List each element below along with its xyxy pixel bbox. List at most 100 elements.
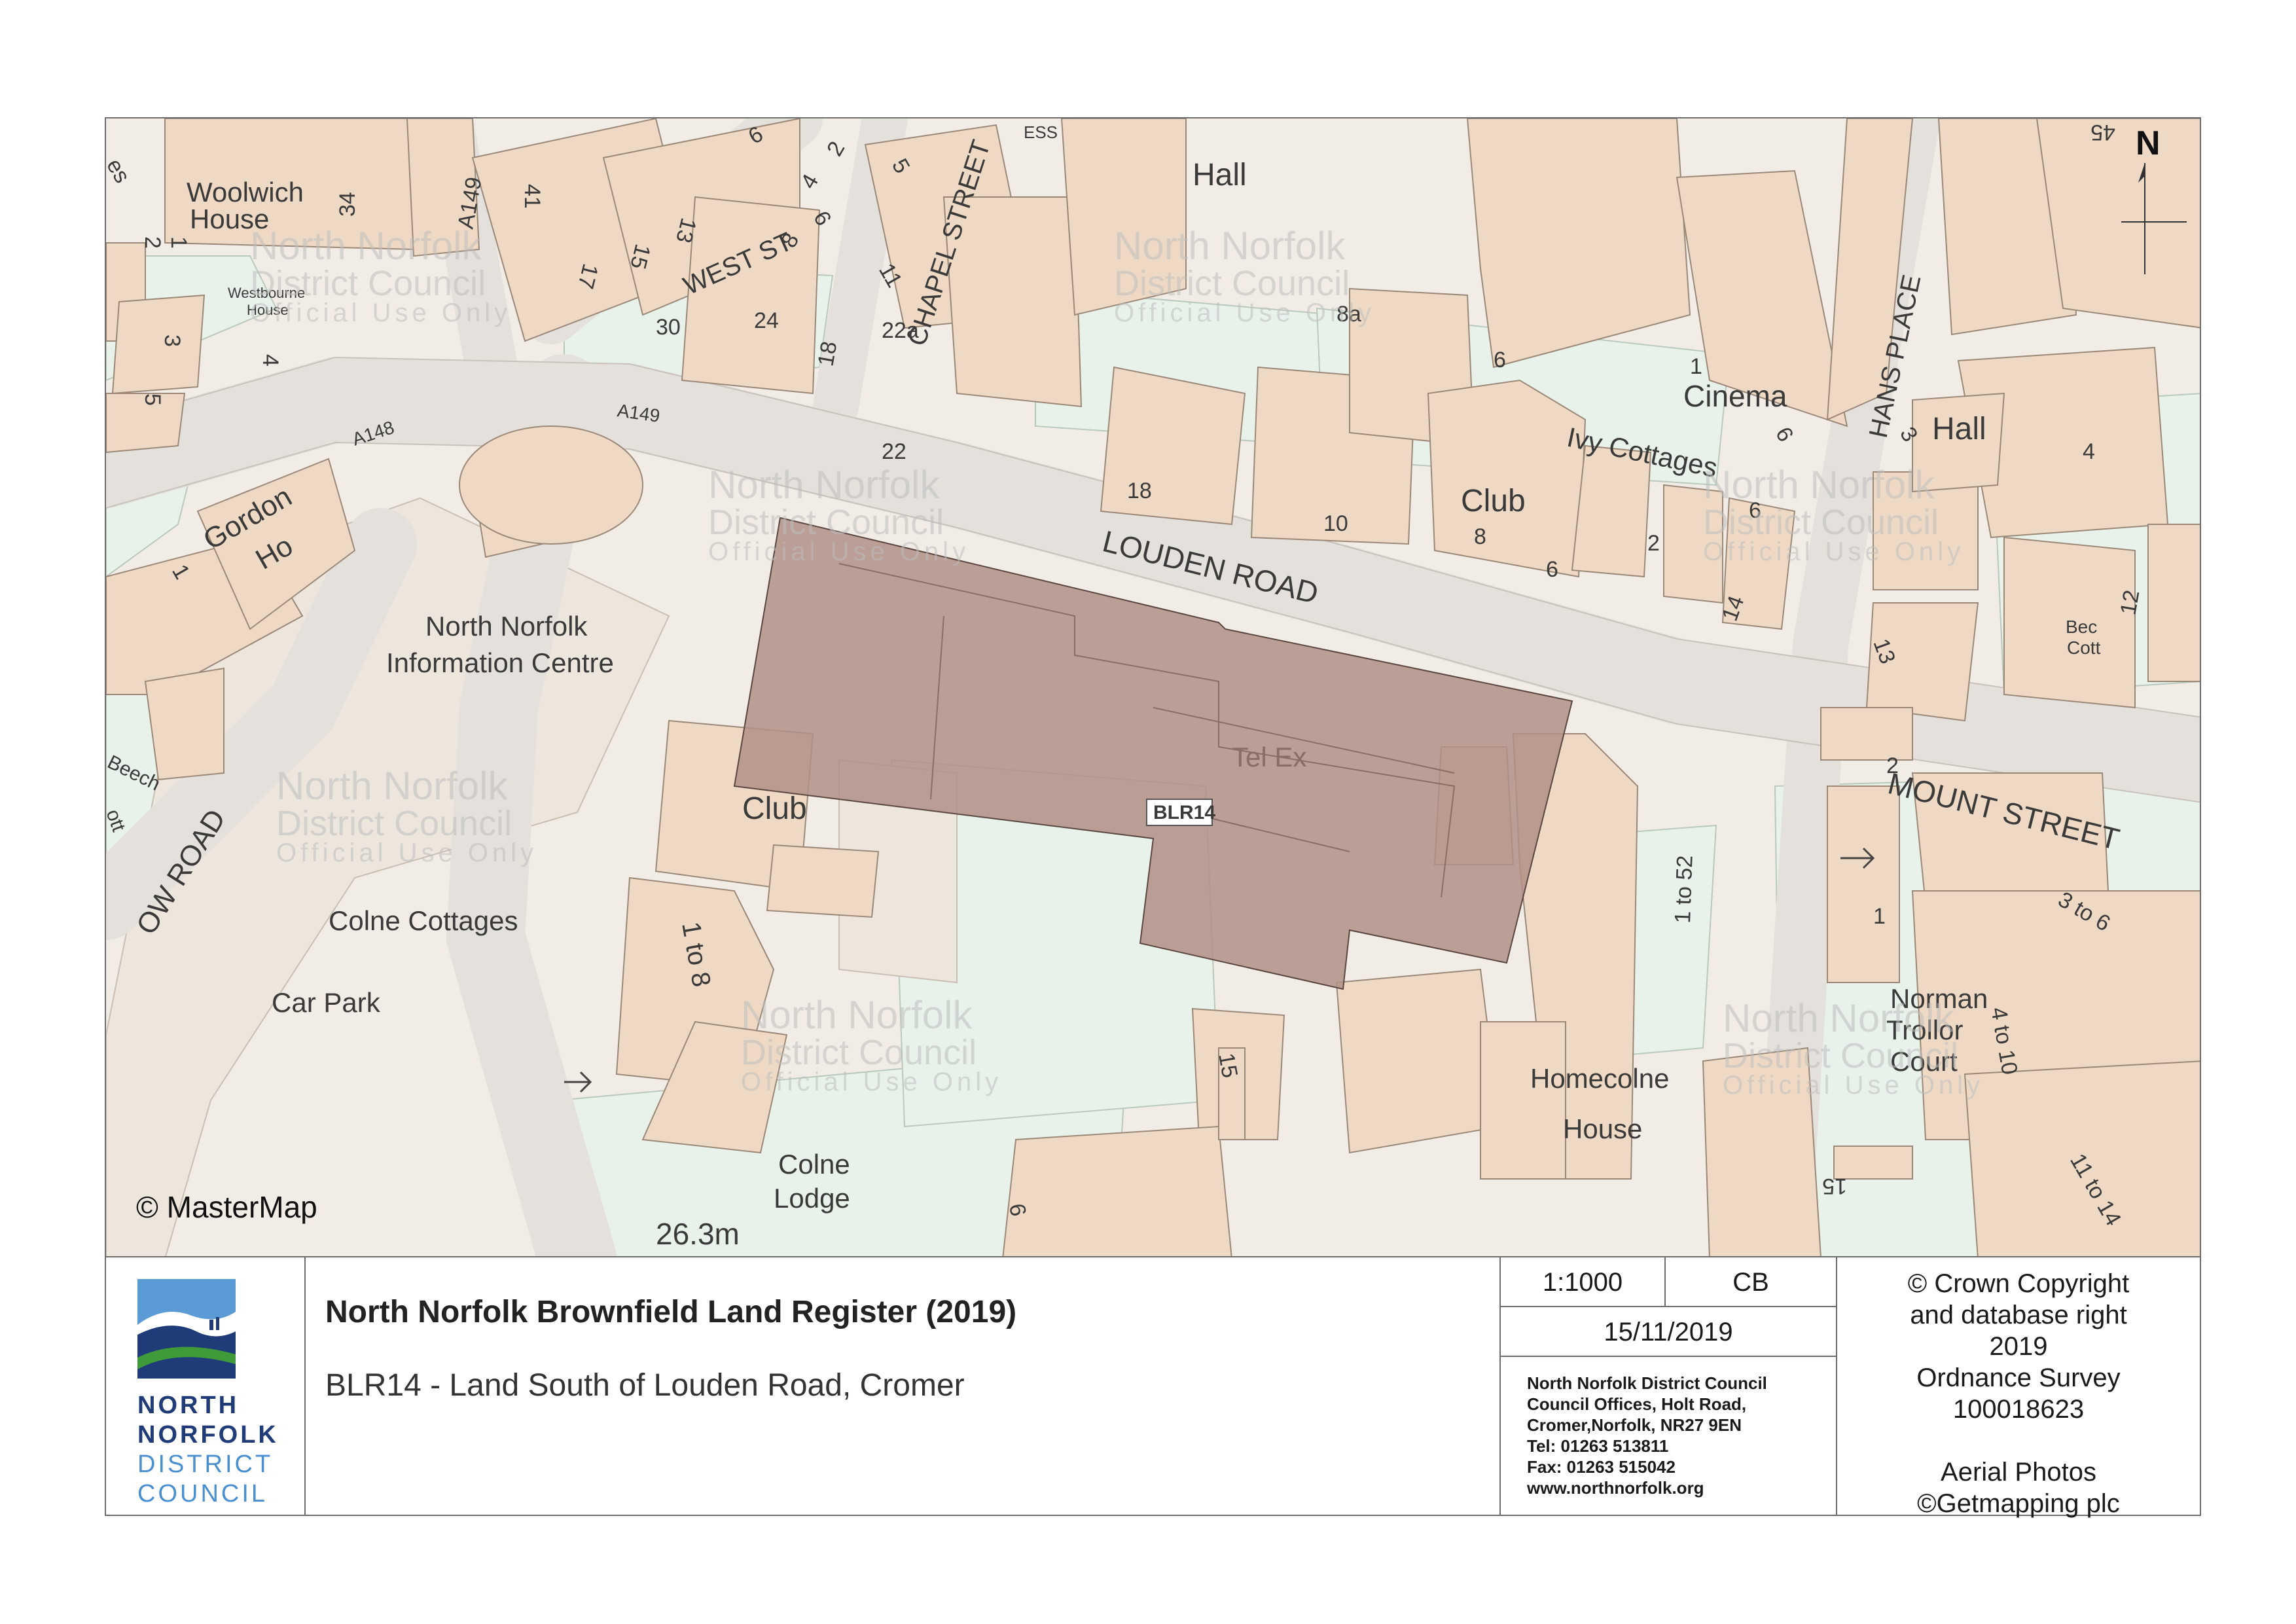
place-homecolne-house: House: [1563, 1113, 1642, 1144]
house-number: 18: [813, 340, 842, 369]
copyright-line: Aerial Photos: [1941, 1458, 2096, 1487]
logo-word-north: NORTH: [137, 1392, 240, 1419]
author-initials: CB: [1666, 1257, 1837, 1307]
place-woolwich: Woolwich: [187, 177, 304, 208]
svg-text:Official Use Only: Official Use Only: [276, 839, 537, 867]
house-number: 10: [1323, 511, 1348, 536]
copyright-line: and database right: [1910, 1301, 2127, 1329]
house-number: 22: [882, 439, 906, 464]
spot-height: 26.3m: [656, 1217, 740, 1251]
house-number: 4: [2083, 439, 2095, 464]
watermark-7: North Norfolk District Council Official …: [1723, 996, 1984, 1100]
council-logo-icon: [137, 1279, 236, 1379]
council-address: North Norfolk District Council Council O…: [1501, 1357, 1837, 1515]
house-number: 2: [140, 236, 165, 249]
place-cott: Cott: [2067, 638, 2101, 658]
place-hall-top: Hall: [1193, 158, 1247, 192]
place-club-8: Club: [1461, 484, 1526, 518]
place-telex: Tel Ex: [1232, 742, 1306, 772]
house-number: 41: [520, 184, 545, 209]
house-number: 1: [1873, 904, 1886, 929]
house-number: 45: [2090, 120, 2115, 145]
map-date: 15/11/2019: [1501, 1307, 1837, 1357]
place-hall-right: Hall: [1932, 412, 1986, 446]
house-number: 24: [754, 308, 779, 333]
watermark-2: North Norfolk District Council Official …: [1114, 224, 1375, 327]
north-arrow-lines: [2121, 163, 2187, 274]
house-number: 34: [335, 192, 360, 217]
scale-value: 1:1000: [1501, 1257, 1666, 1307]
copyright-line: 2019: [1989, 1332, 2048, 1361]
house-number: 2: [1886, 753, 1899, 778]
svg-text:North Norfolk: North Norfolk: [741, 993, 973, 1037]
house-number: 1: [166, 236, 191, 249]
house-number: 3: [160, 334, 185, 347]
svg-text:District Council: District Council: [276, 804, 512, 843]
svg-text:District Council: District Council: [250, 264, 486, 303]
copyright-line: © Crown Copyright: [1907, 1269, 2130, 1298]
place-colne: Colne: [778, 1149, 850, 1180]
title-block: North Norfolk Brownfield Land Register (…: [306, 1257, 1501, 1515]
place-club-left: Club: [742, 791, 807, 826]
svg-text:District Council: District Council: [708, 503, 944, 542]
house-number: 2: [1647, 531, 1660, 556]
house-number: 6: [1546, 557, 1558, 582]
svg-text:Official Use Only: Official Use Only: [741, 1068, 1002, 1096]
logo-word-norfolk: NORFOLK: [137, 1421, 279, 1449]
place-ess: ESS: [1024, 122, 1058, 142]
place-car-park: Car Park: [272, 987, 381, 1018]
svg-text:North Norfolk: North Norfolk: [250, 224, 482, 268]
house-number: 6: [1494, 348, 1506, 372]
logo-word-council: COUNCIL: [137, 1480, 268, 1507]
svg-text:Official Use Only: Official Use Only: [250, 298, 511, 327]
house-number: 1: [1690, 354, 1702, 379]
house-number: 18: [1127, 478, 1152, 503]
attribution-mastermap: © MasterMap: [136, 1190, 317, 1224]
house-number: 1 to 52: [1670, 855, 1698, 924]
place-homecolne: Homecolne: [1530, 1063, 1669, 1094]
address-line: Cromer,Norfolk, NR27 9EN: [1527, 1415, 1742, 1435]
place-colne-lodge: Lodge: [774, 1183, 850, 1214]
place-info-2: Information Centre: [386, 647, 614, 678]
svg-text:Official Use Only: Official Use Only: [1723, 1071, 1984, 1100]
map-frame: LOUDEN ROAD MOUNT STREET CHAPEL STREET H…: [105, 117, 2201, 1257]
place-info-1: North Norfolk: [425, 611, 588, 641]
place-colne-cottages: Colne Cottages: [329, 905, 518, 936]
copyright-spacer: [1837, 1425, 2200, 1456]
svg-text:District Council: District Council: [1703, 503, 1939, 542]
svg-text:District Council: District Council: [1723, 1036, 1958, 1075]
copyright-line: 100018623: [1952, 1395, 2085, 1424]
house-number: 4: [258, 354, 283, 367]
site-label: BLR14: [1153, 802, 1215, 823]
address-line: Council Offices, Holt Road,: [1527, 1394, 1747, 1414]
svg-text:North Norfolk: North Norfolk: [1114, 224, 1346, 268]
svg-text:North Norfolk: North Norfolk: [1723, 996, 1954, 1040]
council-logo: NORTH NORFOLK DISTRICT COUNCIL: [106, 1257, 306, 1515]
watermark-3: North Norfolk District Council Official …: [708, 463, 969, 566]
map-subtitle: BLR14 - Land South of Louden Road, Crome…: [325, 1368, 965, 1403]
svg-text:North Norfolk: North Norfolk: [1703, 463, 1935, 507]
watermark-5: North Norfolk District Council Official …: [276, 764, 537, 867]
watermark-4: North Norfolk District Council Official …: [1703, 463, 1960, 566]
house-number: 15: [1213, 1051, 1242, 1080]
copyright-line: Ordnance Survey: [1916, 1363, 2121, 1392]
place-cinema: Cinema: [1683, 379, 1787, 413]
svg-text:District Council: District Council: [741, 1033, 977, 1072]
house-number: 22a: [882, 318, 919, 343]
house-number: 8: [1474, 524, 1486, 549]
address-line: North Norfolk District Council: [1527, 1373, 1767, 1393]
place-bec: Bec: [2066, 617, 2097, 637]
map-canvas: LOUDEN ROAD MOUNT STREET CHAPEL STREET H…: [106, 118, 2200, 1256]
house-number: 12: [2115, 588, 2144, 617]
logo-word-district: DISTRICT: [137, 1451, 274, 1478]
copyright-line: ©Getmapping plc: [1917, 1489, 2120, 1518]
address-phone: Tel: 01263 513811: [1527, 1436, 1669, 1456]
svg-text:North Norfolk: North Norfolk: [708, 463, 940, 507]
svg-text:Official Use Only: Official Use Only: [708, 537, 969, 566]
copyright-notice: © Crown Copyright and database right 201…: [1837, 1257, 2200, 1518]
svg-text:Official Use Only: Official Use Only: [1114, 298, 1375, 327]
house-number: 15: [1822, 1174, 1847, 1199]
house-number: 5: [140, 393, 165, 406]
svg-text:North Norfolk: North Norfolk: [276, 764, 508, 808]
info-panel: NORTH NORFOLK DISTRICT COUNCIL North Nor…: [105, 1256, 2201, 1518]
